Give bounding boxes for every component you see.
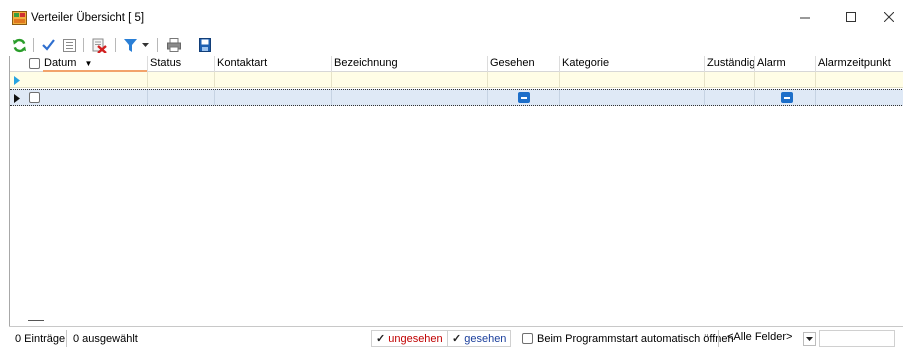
filter-button[interactable] — [122, 36, 138, 54]
column-alarm[interactable]: Alarm — [755, 56, 816, 72]
column-status-label: Status — [150, 57, 182, 69]
column-bezeichnung[interactable]: Bezeichnung — [332, 56, 488, 72]
gesehen-checkbox[interactable] — [518, 92, 530, 103]
print-button[interactable] — [166, 36, 182, 54]
field-dropdown-button[interactable] — [803, 332, 816, 346]
sort-desc-icon: ▼ — [84, 59, 93, 68]
column-alarm-label: Alarm — [757, 57, 786, 69]
window-title: Verteiler Übersicht [ 5] — [31, 12, 145, 24]
checkmark-icon: ✓ — [452, 333, 462, 345]
confirm-button[interactable] — [40, 36, 56, 54]
filter-dropdown-icon — [141, 42, 149, 47]
table-row[interactable] — [10, 89, 903, 106]
grid-header: Datum ▼ Status Kontaktart Bezeichnung Ge… — [10, 56, 903, 72]
new-row-arrow-icon — [12, 73, 22, 87]
minimize-icon — [800, 17, 810, 19]
distribution-grid: Datum ▼ Status Kontaktart Bezeichnung Ge… — [9, 56, 903, 326]
current-row-arrow-icon — [12, 91, 22, 105]
grid-splitter-handle[interactable] — [28, 320, 44, 321]
column-gesehen[interactable]: Gesehen — [488, 56, 560, 72]
list-view-button[interactable] — [61, 36, 77, 54]
column-alarmzeitpunkt[interactable]: Alarmzeitpunkt — [816, 56, 903, 72]
seen-filter-label: gesehen — [464, 332, 507, 345]
maximize-icon — [846, 12, 856, 22]
list-view-icon — [62, 38, 76, 52]
title-bar: Verteiler Übersicht [ 5] — [0, 0, 903, 34]
toolbar — [0, 34, 903, 56]
close-button[interactable] — [874, 0, 903, 34]
search-input[interactable] — [819, 330, 895, 347]
column-kategorie-label: Kategorie — [562, 57, 610, 69]
field-select[interactable]: <Alle Felder> — [727, 331, 792, 343]
filter-dropdown-button[interactable] — [139, 36, 151, 54]
autostart-label: Beim Programmstart automatisch öffnen — [537, 333, 734, 345]
autostart-checkbox[interactable] — [522, 333, 533, 344]
selected-count: 0 ausgewählt — [73, 333, 138, 345]
column-alarmzeitpunkt-label: Alarmzeitpunkt — [818, 57, 891, 69]
column-datum-label: Datum — [44, 57, 77, 69]
entries-count: 0 Einträge — [15, 333, 66, 345]
column-kontaktart[interactable]: Kontaktart — [215, 56, 332, 72]
unseen-filter-button[interactable]: ✓ ungesehen — [371, 330, 448, 347]
refresh-button[interactable] — [10, 36, 28, 54]
save-icon — [199, 38, 211, 52]
maximize-button[interactable] — [828, 0, 874, 34]
checkmark-icon — [41, 39, 55, 51]
column-zustaendig[interactable]: Zuständig — [705, 56, 755, 72]
status-bar: 0 Einträge 0 ausgewählt ✓ ungesehen ✓ ge… — [9, 326, 903, 349]
print-icon — [167, 38, 181, 52]
column-gesehen-label: Gesehen — [490, 57, 535, 69]
alarm-checkbox[interactable] — [781, 92, 793, 103]
save-button[interactable] — [197, 36, 213, 54]
app-icon — [12, 11, 27, 25]
column-kontaktart-label: Kontaktart — [217, 57, 268, 69]
column-kategorie[interactable]: Kategorie — [560, 56, 705, 72]
column-bezeichnung-label: Bezeichnung — [334, 57, 398, 69]
checkmark-icon: ✓ — [376, 333, 386, 345]
row-select-checkbox[interactable] — [29, 92, 40, 103]
column-status[interactable]: Status — [148, 56, 215, 72]
seen-filter-button[interactable]: ✓ gesehen — [447, 330, 512, 347]
refresh-icon — [12, 38, 26, 52]
delete-icon — [92, 38, 107, 53]
unseen-filter-label: ungesehen — [388, 332, 443, 345]
column-zustaendig-label: Zuständig — [707, 57, 755, 69]
close-icon — [883, 12, 894, 22]
delete-button[interactable] — [91, 36, 108, 54]
filter-icon — [123, 38, 137, 52]
chevron-down-icon — [806, 336, 813, 341]
filter-row[interactable] — [10, 72, 903, 88]
minimize-button[interactable] — [782, 0, 828, 34]
select-all-checkbox[interactable] — [29, 58, 40, 69]
